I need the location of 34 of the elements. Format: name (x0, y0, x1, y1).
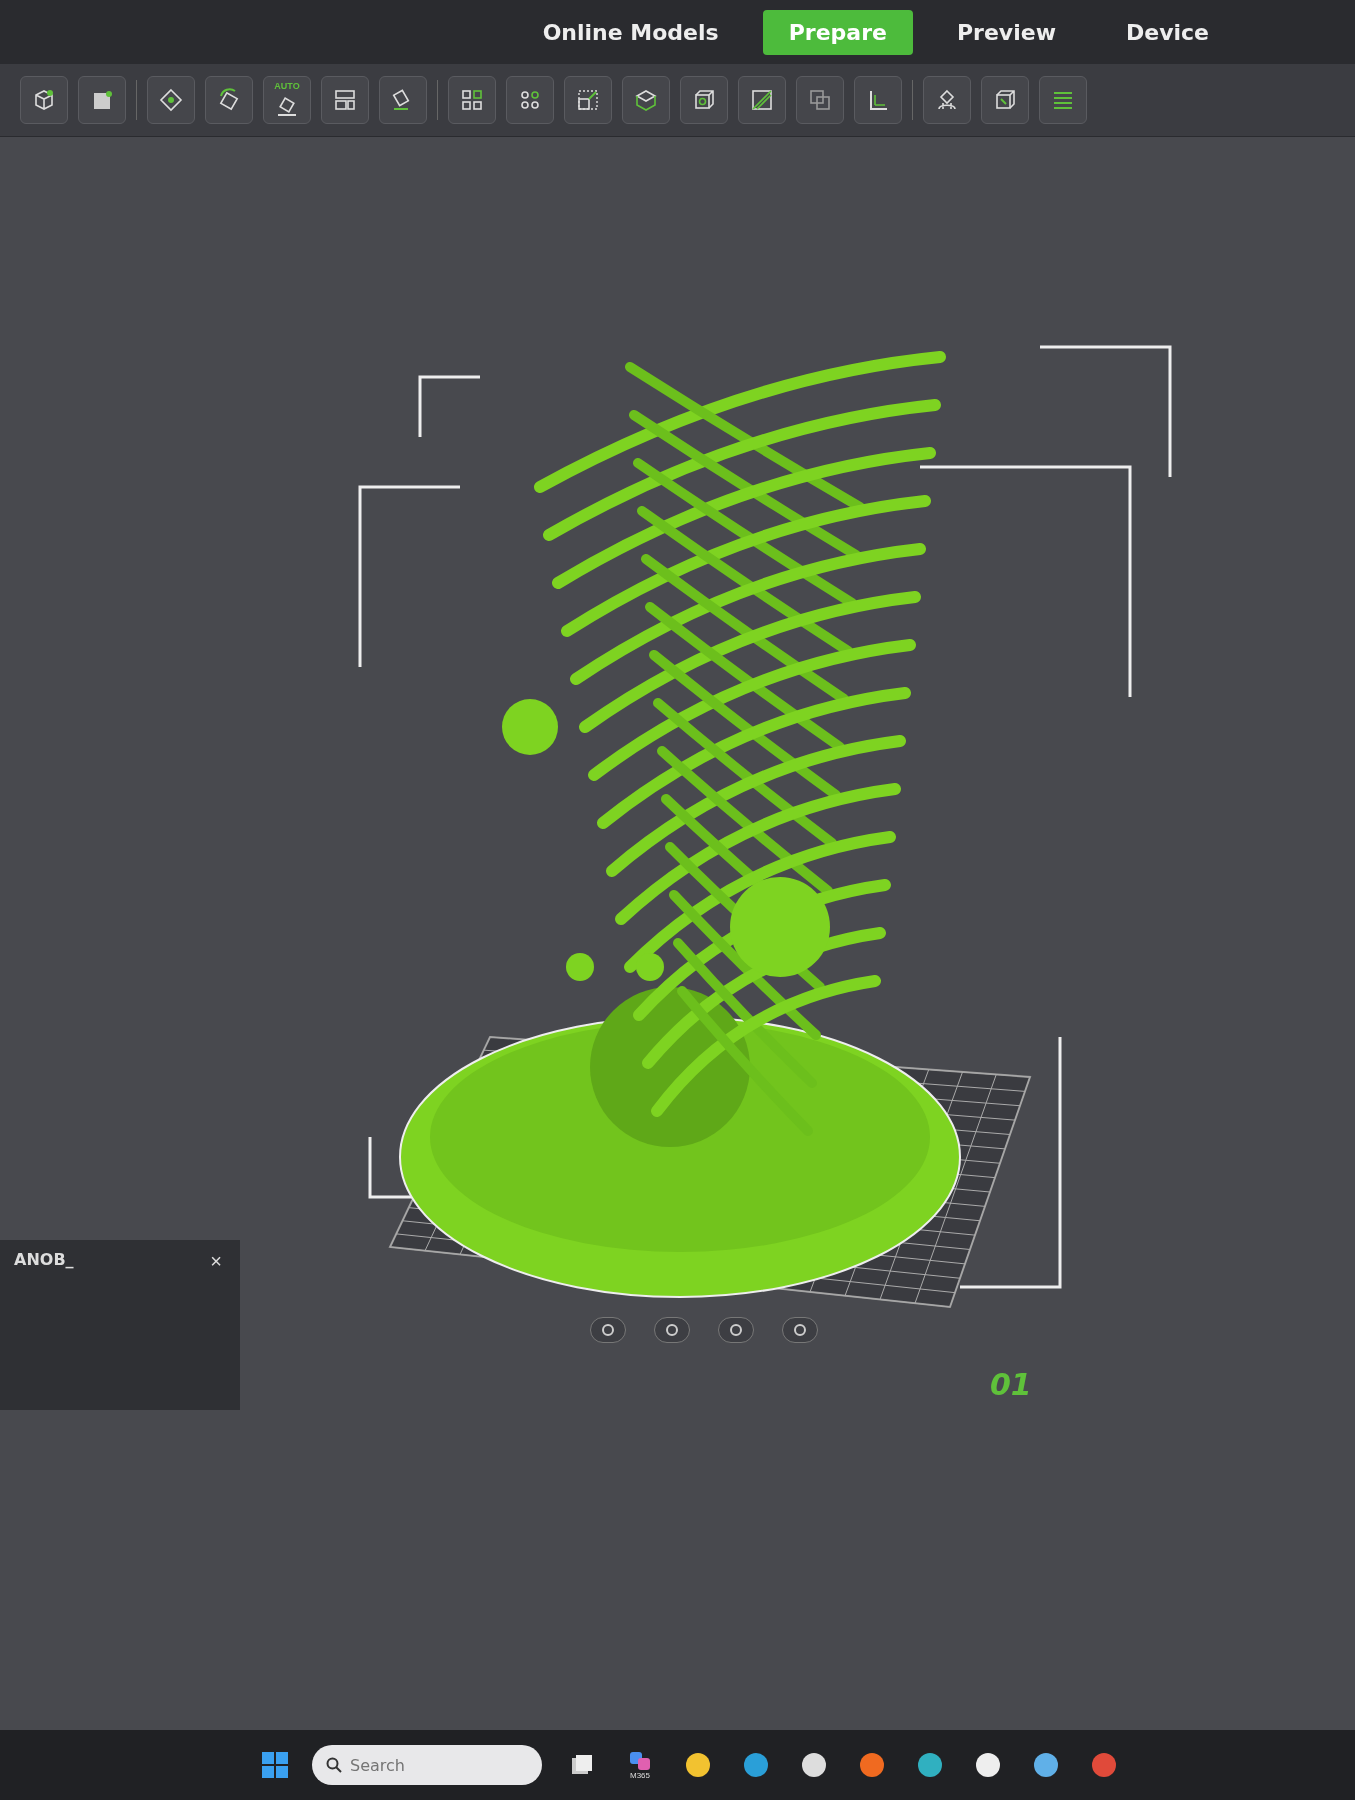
close-button[interactable]: × (206, 1250, 226, 1273)
rotate-button[interactable] (205, 76, 253, 124)
settings-grid-button[interactable] (506, 76, 554, 124)
mode-tab[interactable]: Online Models (516, 9, 745, 55)
grid-arrange-icon (157, 86, 185, 114)
plate-tool-button[interactable] (590, 1317, 626, 1343)
scale-button[interactable] (564, 76, 612, 124)
cut-button[interactable] (738, 76, 786, 124)
lay-flat-button[interactable] (379, 76, 427, 124)
panel-title: ANOB_ (14, 1250, 74, 1269)
search-field[interactable]: Search (312, 1745, 542, 1785)
arrange-button[interactable] (448, 76, 496, 124)
overlap-button[interactable] (796, 76, 844, 124)
box-button[interactable] (622, 76, 670, 124)
add-plate-button[interactable] (78, 76, 126, 124)
mode-tab[interactable]: Device (1099, 9, 1235, 55)
plate-tool-button[interactable] (718, 1317, 754, 1343)
grid-arrange-button[interactable] (147, 76, 195, 124)
list-button[interactable] (1039, 76, 1087, 124)
support-button[interactable] (923, 76, 971, 124)
mode-tab[interactable]: Preview (930, 9, 1082, 55)
plate-number: 01 (990, 1367, 1032, 1402)
blocks-icon (628, 1750, 652, 1772)
add-cube-button[interactable] (20, 76, 68, 124)
office-app-button[interactable]: M365 (622, 1747, 658, 1783)
auto-orient-button[interactable]: AUTO (263, 76, 311, 124)
start-icon[interactable] (260, 1750, 290, 1780)
search-icon (326, 1757, 342, 1773)
cube-button[interactable] (680, 76, 728, 124)
measure-button[interactable] (854, 76, 902, 124)
plate-tool-button[interactable] (782, 1317, 818, 1343)
plate-tool-button[interactable] (654, 1317, 690, 1343)
layout-button[interactable] (321, 76, 369, 124)
cube-paint-button[interactable] (981, 76, 1029, 124)
